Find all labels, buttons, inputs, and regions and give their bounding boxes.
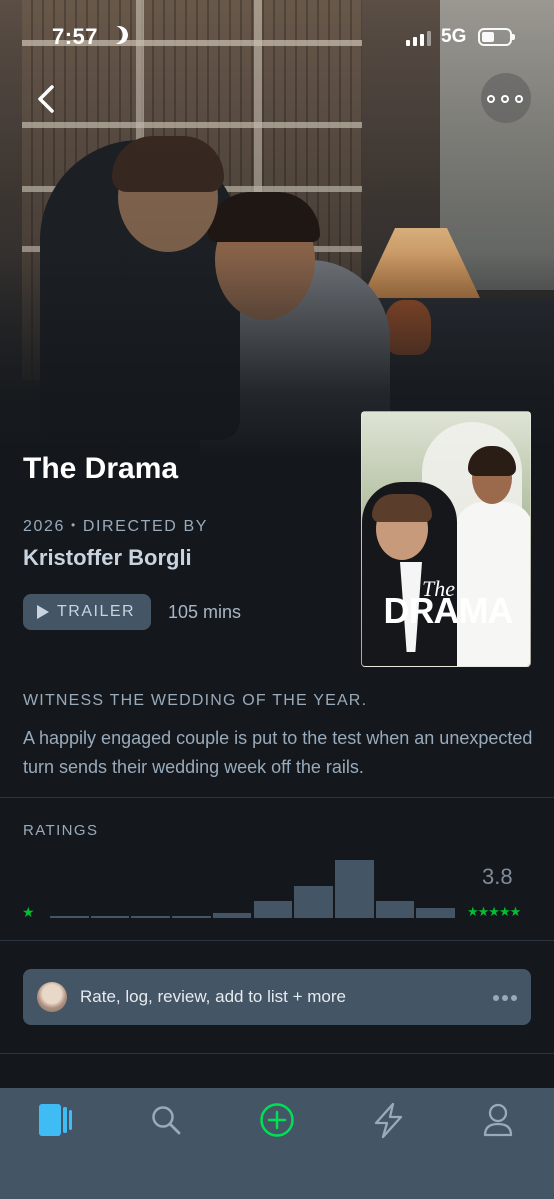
action-label: Rate, log, review, add to list + more xyxy=(80,987,346,1006)
more-icon xyxy=(487,95,495,103)
play-icon xyxy=(37,605,49,619)
chevron-left-icon xyxy=(38,85,54,113)
tab-bar xyxy=(0,1088,554,1199)
tab-activity[interactable] xyxy=(360,1102,416,1142)
histogram-bar[interactable] xyxy=(253,900,293,918)
histogram-bar[interactable] xyxy=(334,860,374,918)
back-button[interactable] xyxy=(28,80,68,120)
poster-groom-hair xyxy=(372,494,432,522)
histogram-bar[interactable] xyxy=(375,900,415,918)
ratings-label: RATINGS xyxy=(23,822,99,839)
films-icon xyxy=(39,1104,72,1136)
divider xyxy=(0,797,554,798)
network-label: 5G xyxy=(441,26,467,47)
lightning-icon xyxy=(374,1102,403,1139)
divider xyxy=(0,1053,554,1054)
film-poster[interactable]: The DRAMA xyxy=(361,411,531,667)
histogram-bar[interactable] xyxy=(172,915,211,918)
more-icon xyxy=(515,95,523,103)
signal-icon xyxy=(406,30,432,46)
poster-title-big: DRAMA xyxy=(383,590,514,631)
histogram-bar[interactable] xyxy=(416,907,455,918)
histogram-bar[interactable] xyxy=(131,916,171,918)
director-link[interactable]: Kristoffer Borgli xyxy=(23,545,192,571)
moon-icon xyxy=(107,23,130,46)
tab-films[interactable] xyxy=(28,1102,84,1142)
star-icon: ★ xyxy=(22,904,35,920)
more-icon[interactable] xyxy=(493,995,517,1001)
tab-search[interactable] xyxy=(138,1102,194,1142)
trailer-button[interactable]: TRAILER xyxy=(23,594,151,630)
tab-add[interactable] xyxy=(249,1102,305,1142)
film-year[interactable]: 2026 xyxy=(23,518,65,535)
person-icon xyxy=(483,1103,513,1137)
separator-dot: • xyxy=(71,518,77,532)
tab-profile[interactable] xyxy=(470,1102,526,1142)
ratings-histogram[interactable] xyxy=(50,860,455,918)
tagline: WITNESS THE WEDDING OF THE YEAR. xyxy=(23,692,368,709)
histogram-bar[interactable] xyxy=(50,916,89,918)
more-icon xyxy=(501,95,509,103)
histogram-bar[interactable] xyxy=(294,886,333,918)
poster-groom xyxy=(362,482,457,666)
poster-bride xyxy=(454,502,530,666)
more-options-button[interactable] xyxy=(481,73,531,123)
status-time: 7:57 xyxy=(52,24,99,49)
search-icon xyxy=(152,1106,181,1135)
trailer-label: TRAILER xyxy=(57,603,136,620)
plus-circle-icon xyxy=(260,1103,294,1137)
divider xyxy=(0,940,554,941)
average-rating[interactable]: 3.8 xyxy=(482,864,513,890)
film-title: The Drama xyxy=(23,452,179,485)
five-stars-icon: ★★★★★ xyxy=(467,904,521,919)
histogram-bar[interactable] xyxy=(90,916,130,918)
status-bar: 7:57 5G xyxy=(0,0,554,72)
histogram-bar[interactable] xyxy=(212,913,252,918)
directed-by-label: DIRECTED BY xyxy=(82,518,208,535)
battery-icon xyxy=(478,28,515,46)
avatar xyxy=(37,982,67,1012)
film-meta: 2026 • DIRECTED BY xyxy=(23,518,208,536)
synopsis[interactable]: A happily engaged couple is put to the t… xyxy=(23,724,533,782)
runtime: 105 mins xyxy=(168,602,242,622)
rate-log-review-bar[interactable]: Rate, log, review, add to list + more xyxy=(23,969,531,1025)
